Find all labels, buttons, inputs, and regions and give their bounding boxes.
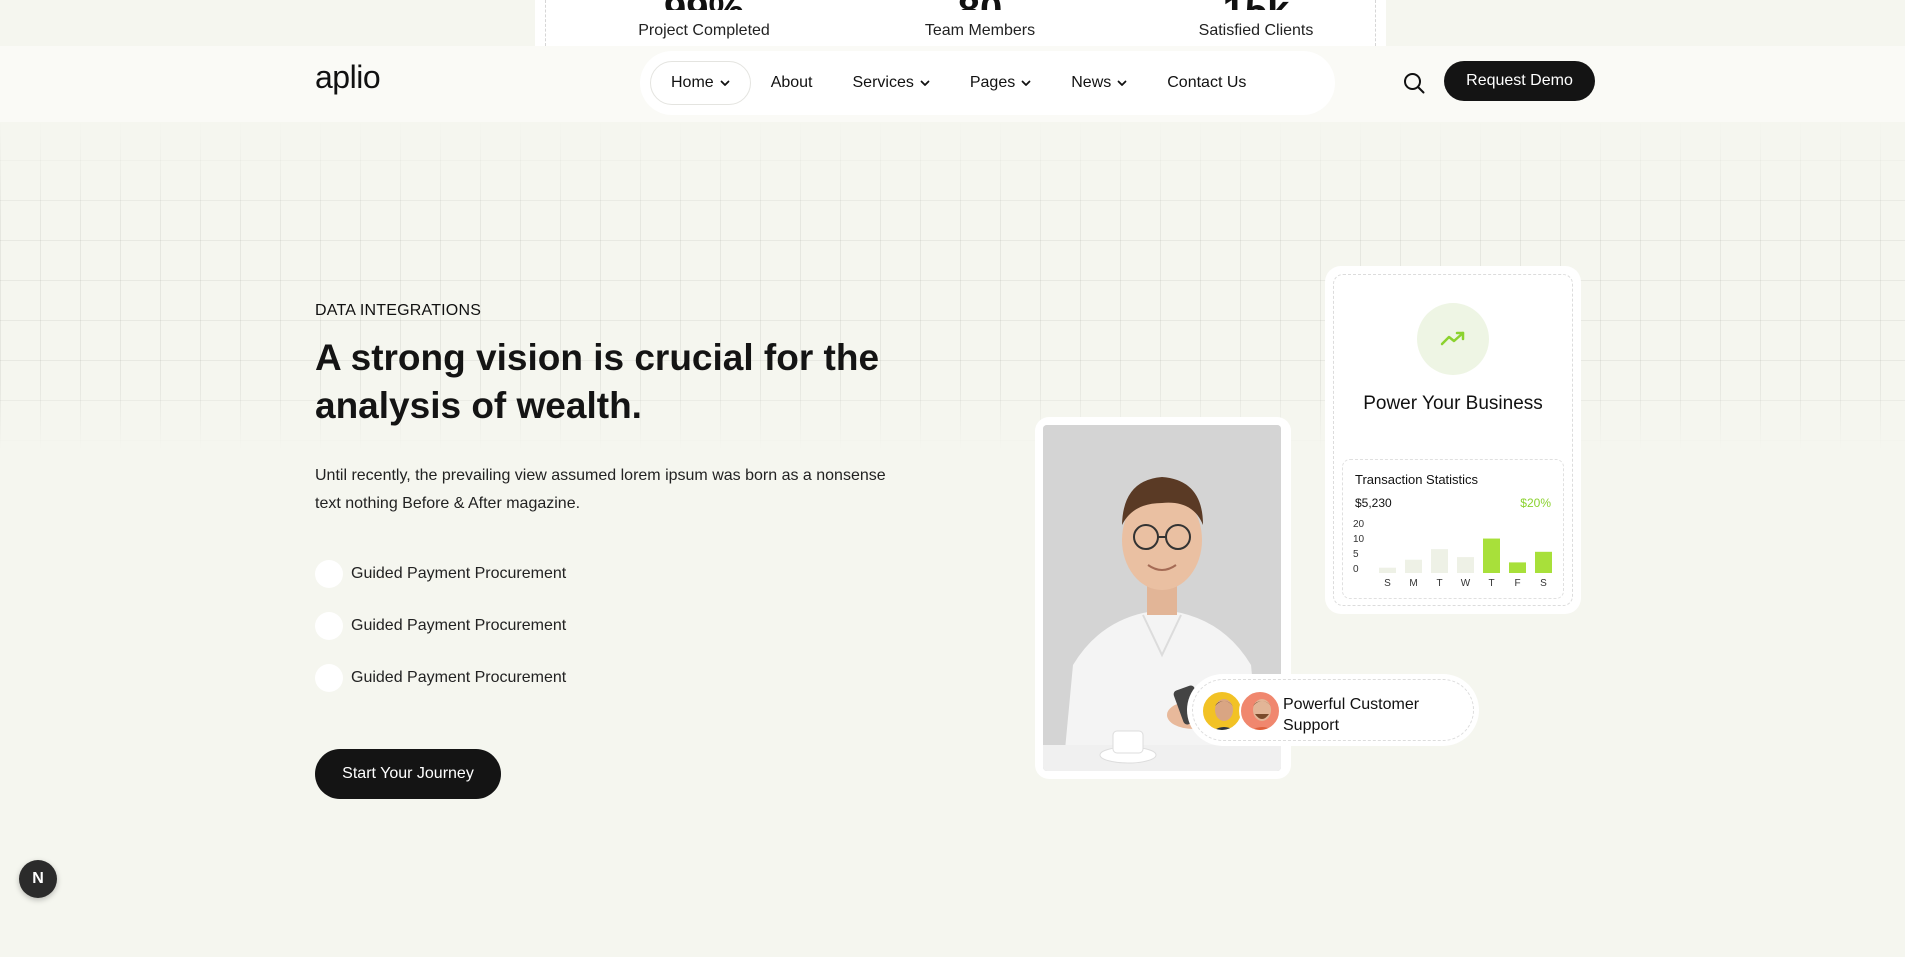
feature-label: Guided Payment Procurement [351, 617, 567, 634]
bar [1431, 549, 1448, 573]
y-tick-label: 5 [1353, 549, 1359, 560]
chevron-down-icon [720, 80, 730, 86]
x-tick-label: S [1540, 578, 1547, 589]
x-tick-label: W [1461, 578, 1471, 589]
stats-strip: 99% Project Completed 80 Team Members 15… [535, 0, 1386, 46]
avatar [1201, 690, 1243, 732]
nav-item-news[interactable]: News [1051, 61, 1147, 105]
nav-label: About [770, 74, 813, 91]
nav-label: Home [671, 74, 714, 91]
nav-item-contact[interactable]: Contact Us [1147, 61, 1266, 105]
nav-item-about[interactable]: About [751, 61, 833, 105]
y-tick-label: 20 [1353, 519, 1365, 530]
x-tick-label: S [1384, 578, 1391, 589]
check-circle-icon [315, 612, 343, 640]
y-tick-label: 10 [1353, 534, 1365, 545]
logo[interactable]: aplio [315, 59, 381, 96]
card-title: Power Your Business [1363, 393, 1543, 414]
stat-number: 99% [604, 0, 804, 10]
y-tick-label: 0 [1353, 564, 1359, 575]
feature-label: Guided Payment Procurement [351, 565, 567, 582]
business-stats-card: Power Your Business Transaction Statisti… [1325, 266, 1581, 614]
list-item: Guided Payment Procurement [315, 664, 566, 692]
nav-label: News [1071, 74, 1112, 91]
stat-number: 15k [1156, 0, 1356, 10]
trending-up-icon [1417, 303, 1489, 375]
chevron-down-icon [1117, 80, 1127, 86]
transaction-box: Transaction Statistics $5,230 $20% 20 10 5… [1342, 459, 1564, 599]
customer-support-pill: Powerful Customer Support [1187, 674, 1479, 746]
feature-list: Guided Payment Procurement Guided Paymen… [315, 560, 566, 716]
nav-label: Contact Us [1167, 74, 1247, 91]
x-tick-label: T [1436, 578, 1442, 589]
check-circle-icon [315, 560, 343, 588]
list-item: Guided Payment Procurement [315, 560, 566, 588]
nav-label: Services [852, 74, 914, 91]
nav-item-pages[interactable]: Pages [950, 61, 1051, 105]
next-dev-badge[interactable]: N [19, 860, 57, 898]
site-header: aplio Home About Services Pages News Con… [0, 46, 1905, 122]
nav-label: Pages [969, 74, 1016, 91]
transaction-bar-chart: 20 10 5 0 S M T W T F S [1353, 519, 1552, 589]
grid-background [0, 120, 1905, 450]
request-demo-button[interactable]: Request Demo [1444, 61, 1595, 101]
support-label: Powerful Customer Support [1283, 696, 1420, 734]
bar [1535, 551, 1552, 573]
stat-clients: 15k Satisfied Clients [1156, 0, 1356, 40]
stat-label: Project Completed [638, 22, 770, 39]
transaction-percent: $20% [1520, 496, 1551, 510]
search-icon[interactable] [1402, 71, 1426, 95]
check-circle-icon [315, 664, 343, 692]
main-nav: Home About Services Pages News Contact U… [640, 51, 1335, 115]
bar [1457, 557, 1474, 573]
chevron-down-icon [1021, 80, 1031, 86]
feature-label: Guided Payment Procurement [351, 669, 567, 686]
stat-projects: 99% Project Completed [604, 0, 804, 40]
stat-label: Team Members [924, 22, 1036, 39]
bar [1483, 538, 1500, 573]
x-tick-label: M [1409, 578, 1417, 589]
x-tick-label: T [1488, 578, 1494, 589]
nav-item-services[interactable]: Services [833, 61, 950, 105]
list-item: Guided Payment Procurement [315, 612, 566, 640]
hero-eyebrow: DATA INTEGRATIONS [315, 302, 482, 319]
avatar [1239, 690, 1281, 732]
x-tick-label: F [1514, 578, 1520, 589]
start-journey-button[interactable]: Start Your Journey [315, 749, 501, 799]
stat-label: Satisfied Clients [1198, 22, 1314, 39]
transaction-title: Transaction Statistics [1355, 472, 1479, 487]
stat-number: 80 [880, 0, 1080, 10]
bar [1509, 562, 1526, 573]
stat-team: 80 Team Members [880, 0, 1080, 40]
hero-description: Until recently, the prevailing view assu… [315, 467, 886, 512]
bar [1379, 567, 1396, 573]
nav-item-home[interactable]: Home [650, 61, 751, 105]
transaction-amount: $5,230 [1355, 496, 1392, 510]
chevron-down-icon [920, 80, 930, 86]
bar [1405, 559, 1422, 573]
hero-title: A strong vision is crucial for the analy… [315, 337, 880, 426]
